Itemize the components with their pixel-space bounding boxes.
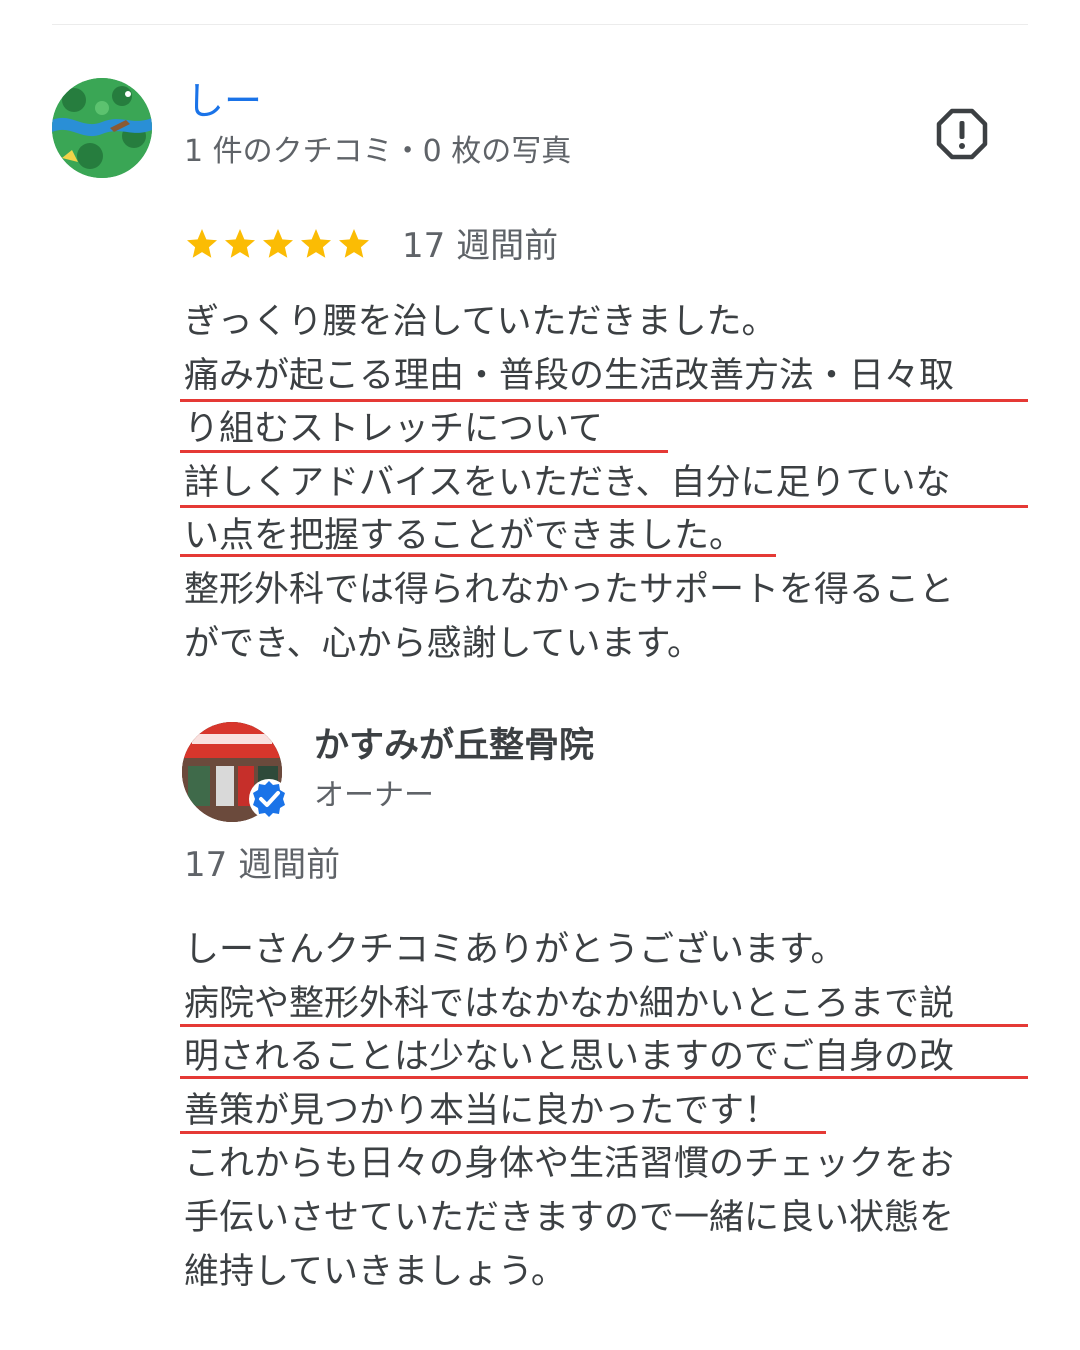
verified-badge-icon bbox=[249, 779, 289, 819]
star-icon bbox=[225, 229, 255, 258]
star-rating bbox=[184, 226, 372, 264]
highlight-underline bbox=[180, 399, 1028, 402]
reviewer-name[interactable]: しー bbox=[186, 78, 262, 124]
reviewer-meta: 1 件のクチコミ・0 枚の写真 bbox=[184, 134, 572, 169]
landscape-avatar-icon bbox=[52, 78, 152, 178]
owner-name: かすみが丘整骨院 bbox=[314, 726, 595, 766]
highlight-underline bbox=[180, 1131, 826, 1134]
review-text: ぎっくり腰を治していただきました。 痛みが起こる理由・普段の生活改善方法・日々取… bbox=[184, 302, 955, 664]
top-divider bbox=[52, 24, 1028, 25]
report-flag-icon bbox=[936, 108, 988, 160]
reviewer-avatar[interactable] bbox=[52, 78, 152, 178]
review-time: 17 週間前 bbox=[402, 226, 559, 266]
reply-text: しーさんクチコミありがとうございます。 病院や整形外科ではなかなか細かいところま… bbox=[184, 930, 955, 1292]
star-icon bbox=[301, 229, 331, 258]
report-review-button[interactable] bbox=[936, 108, 988, 160]
highlight-underline bbox=[180, 554, 776, 557]
star-icon bbox=[339, 229, 369, 258]
reply-time: 17 週間前 bbox=[184, 845, 341, 885]
highlight-underline bbox=[180, 505, 1028, 508]
star-icon bbox=[187, 229, 217, 258]
highlight-underline bbox=[180, 450, 668, 453]
verified-badge bbox=[248, 778, 290, 820]
highlight-underline bbox=[180, 1024, 1028, 1027]
star-icon bbox=[263, 229, 293, 258]
owner-role: オーナー bbox=[314, 778, 434, 813]
highlight-underline bbox=[180, 1076, 1028, 1079]
